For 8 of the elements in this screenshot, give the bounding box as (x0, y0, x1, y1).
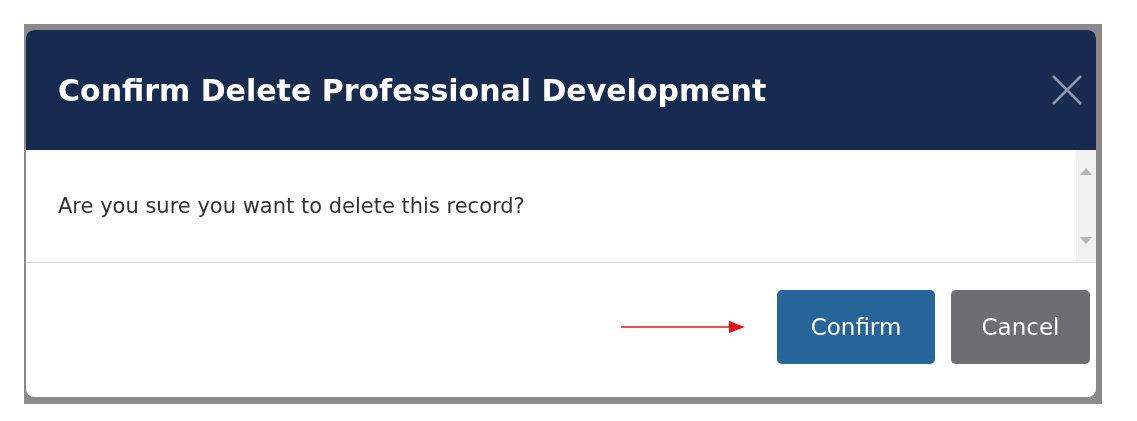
dialog-title: Confirm Delete Professional Development (58, 72, 767, 108)
scrollbar[interactable] (1076, 150, 1096, 262)
confirmation-message: Are you sure you want to delete this record? (58, 194, 525, 218)
confirm-button[interactable]: Confirm (777, 290, 935, 364)
scroll-down-icon[interactable] (1080, 237, 1092, 244)
scroll-up-icon[interactable] (1080, 168, 1092, 175)
close-icon[interactable] (1050, 73, 1084, 107)
cancel-button[interactable]: Cancel (951, 290, 1090, 364)
